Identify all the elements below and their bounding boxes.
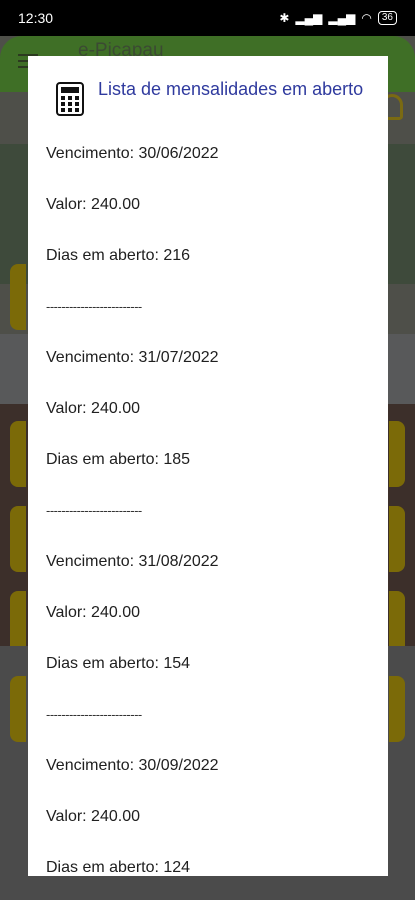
menu-tile[interactable] xyxy=(10,421,26,487)
due-date: Vencimento: 31/07/2022 xyxy=(46,349,219,366)
days-open: Dias em aberto: 216 xyxy=(46,247,191,264)
menu-tile[interactable] xyxy=(389,506,405,572)
separator: ------------------------- xyxy=(46,503,142,518)
signal-icon: ▂▄▆ xyxy=(295,11,323,25)
bluetooth-icon: ✱ xyxy=(279,11,290,25)
dialog-title: Lista de mensalidades em aberto xyxy=(98,79,364,99)
status-time: 12:30 xyxy=(18,10,54,26)
amount: Valor: 240.00 xyxy=(46,196,140,213)
days-open: Dias em aberto: 154 xyxy=(46,655,191,672)
menu-tile[interactable] xyxy=(10,506,26,572)
signal-icon-2: ▂▄▆ xyxy=(328,11,356,25)
menu-tile[interactable] xyxy=(389,676,405,742)
amount: Valor: 240.00 xyxy=(46,808,140,825)
open-payments-dialog: Lista de mensalidades em aberto Vencimen… xyxy=(28,56,388,876)
menu-tile[interactable] xyxy=(10,676,26,742)
amount: Valor: 240.00 xyxy=(46,400,140,417)
days-open: Dias em aberto: 185 xyxy=(46,451,191,468)
calculator-icon xyxy=(56,82,84,116)
wifi-icon: ◠ xyxy=(361,11,372,25)
amount: Valor: 240.00 xyxy=(46,604,140,621)
separator: ------------------------- xyxy=(46,707,142,722)
status-bar: 12:30 ✱ ▂▄▆ ▂▄▆ ◠ 36 xyxy=(0,0,415,36)
due-date: Vencimento: 30/09/2022 xyxy=(46,757,219,774)
due-date: Vencimento: 31/08/2022 xyxy=(46,553,219,570)
status-icons: ✱ ▂▄▆ ▂▄▆ ◠ 36 xyxy=(279,11,397,25)
due-date: Vencimento: 30/06/2022 xyxy=(46,145,219,162)
dialog-header: Lista de mensalidades em aberto xyxy=(28,56,388,128)
separator: ------------------------- xyxy=(46,299,142,314)
days-open: Dias em aberto: 124 xyxy=(46,859,191,876)
menu-tile[interactable] xyxy=(389,421,405,487)
battery-icon: 36 xyxy=(377,11,397,25)
dialog-body: Vencimento: 30/06/2022 Valor: 240.00 Dia… xyxy=(28,128,388,876)
menu-tile[interactable] xyxy=(10,264,26,330)
